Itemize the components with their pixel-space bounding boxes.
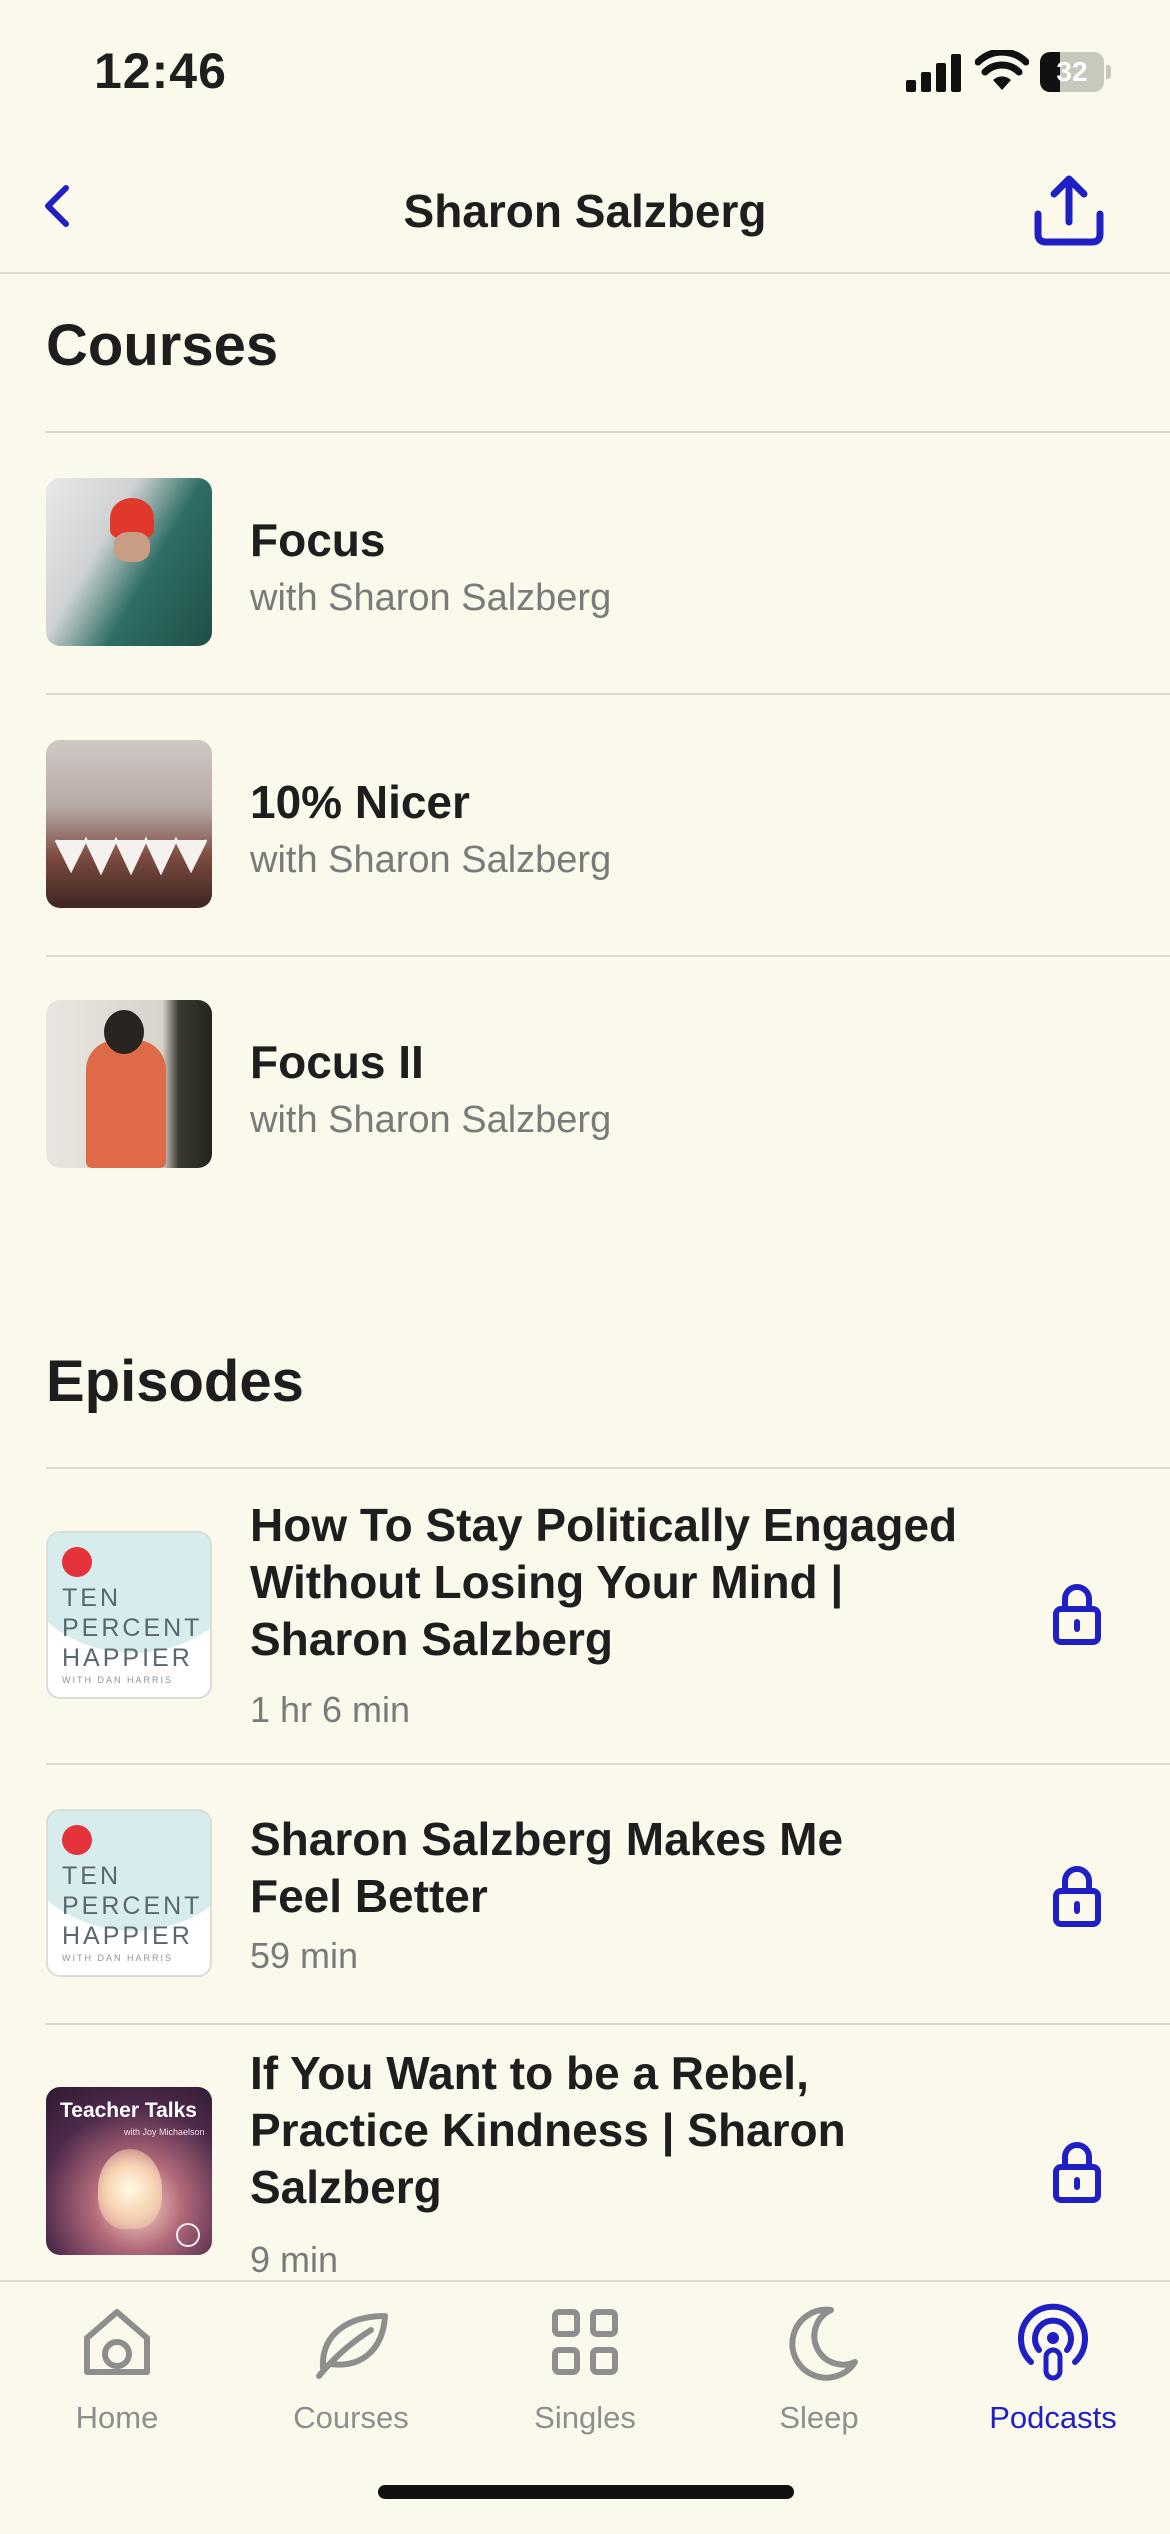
tab-singles[interactable]: Singles [468, 2282, 702, 2462]
episode-title-line: Salzberg [250, 2161, 442, 2213]
artwork-title: Teacher Talks [60, 2099, 197, 2122]
artwork-text: TEN [62, 1862, 121, 1890]
moon-icon [789, 2306, 858, 2381]
episode-artwork: TEN PERCENT HAPPIER WITH DAN HARRIS [46, 1809, 212, 1977]
artwork-caption: WITH DAN HARRIS [62, 1675, 173, 1685]
episode-title-line: If You Want to be a Rebel, [250, 2047, 809, 2099]
course-item-focus[interactable]: Focus with Sharon Salzberg [0, 433, 1170, 693]
course-thumbnail [46, 1000, 212, 1168]
episode-title-line: Sharon Salzberg [250, 1613, 613, 1665]
episode-title-line: Practice Kindness | Sharon [250, 2104, 846, 2156]
podcast-icon [1018, 2303, 1088, 2381]
status-bar: 12:46 32 [0, 0, 1170, 150]
tab-label: Courses [293, 2400, 409, 2435]
cellular-signal-icon [906, 54, 961, 92]
episode-title-line: Without Losing Your Mind | [250, 1556, 844, 1608]
tab-label: Sleep [779, 2400, 859, 2435]
lightbulb-icon [98, 2149, 162, 2229]
badge-icon [176, 2223, 200, 2247]
lock-icon[interactable] [1052, 2141, 1102, 2203]
course-title: Focus [250, 514, 386, 566]
episode-title: How To Stay Politically Engaged Without … [250, 1497, 1010, 1668]
status-time: 12:46 [94, 43, 227, 99]
nav-header: Sharon Salzberg [0, 150, 1170, 274]
episode-duration: 9 min [250, 2239, 339, 2280]
episodes-section-title: Episodes [46, 1349, 304, 1414]
battery-level: 32 [1056, 56, 1088, 87]
tab-label: Podcasts [989, 2400, 1117, 2435]
course-title: 10% Nicer [250, 776, 470, 828]
course-thumbnail [46, 740, 212, 908]
courses-section-title: Courses [46, 313, 279, 378]
episode-title-line: Feel Better [250, 1870, 488, 1922]
course-subtitle: with Sharon Salzberg [250, 577, 612, 619]
episode-title: If You Want to be a Rebel, Practice Kind… [250, 2045, 1010, 2216]
lock-icon[interactable] [1052, 1865, 1102, 1927]
grid-icon [552, 2309, 618, 2375]
artwork-text: PERCENT [62, 1614, 203, 1642]
episode-title: Sharon Salzberg Makes Me Feel Better [250, 1811, 1010, 1925]
tab-courses[interactable]: Courses [234, 2282, 468, 2462]
episode-item[interactable]: TEN PERCENT HAPPIER WITH DAN HARRIS Shar… [0, 1765, 1170, 2023]
course-item-10-nicer[interactable]: 10% Nicer with Sharon Salzberg [0, 695, 1170, 955]
episode-artwork: TEN PERCENT HAPPIER WITH DAN HARRIS [46, 1531, 212, 1699]
leaf-icon [316, 2313, 388, 2379]
home-indicator [378, 2485, 794, 2499]
tab-sleep[interactable]: Sleep [702, 2282, 936, 2462]
tab-label: Singles [534, 2400, 636, 2435]
episode-item[interactable]: Teacher Talks with Joy Michaelson If You… [0, 2025, 1170, 2280]
home-icon [84, 2309, 150, 2375]
course-subtitle: with Sharon Salzberg [250, 1099, 612, 1141]
share-icon[interactable] [1032, 172, 1106, 248]
tab-home[interactable]: Home [0, 2282, 234, 2462]
artwork-text: HAPPIER [62, 1922, 193, 1950]
episode-duration: 1 hr 6 min [250, 1689, 411, 1730]
artwork-text: PERCENT [62, 1892, 203, 1920]
episode-title-line: Sharon Salzberg Makes Me [250, 1813, 844, 1865]
episode-item[interactable]: TEN PERCENT HAPPIER WITH DAN HARRIS How … [0, 1469, 1170, 1763]
episode-duration: 59 min [250, 1935, 359, 1976]
artwork-text: HAPPIER [62, 1644, 193, 1672]
battery-icon: 32 [1040, 52, 1111, 92]
course-item-focus-ii[interactable]: Focus II with Sharon Salzberg [0, 957, 1170, 1217]
artwork-caption: WITH DAN HARRIS [62, 1953, 173, 1963]
artwork-text: TEN [62, 1584, 121, 1612]
lock-icon[interactable] [1052, 1583, 1102, 1645]
artwork-caption: with Joy Michaelson [124, 2127, 205, 2137]
wifi-icon [975, 50, 1029, 90]
tab-podcasts[interactable]: Podcasts [936, 2282, 1170, 2462]
course-subtitle: with Sharon Salzberg [250, 839, 612, 881]
page-title: Sharon Salzberg [403, 185, 767, 237]
tab-label: Home [75, 2400, 159, 2435]
episode-artwork: Teacher Talks with Joy Michaelson [46, 2087, 212, 2255]
course-title: Focus II [250, 1036, 424, 1088]
course-thumbnail [46, 478, 212, 646]
episode-title-line: How To Stay Politically Engaged [250, 1499, 958, 1551]
